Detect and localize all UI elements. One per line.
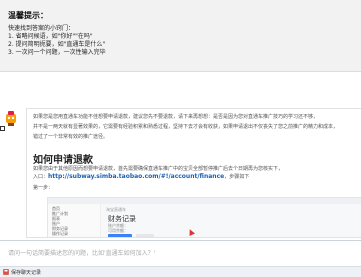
message-input[interactable]	[6, 245, 356, 261]
screenshot-button	[136, 234, 154, 237]
save-chat-link[interactable]: 保存聊天记录	[11, 269, 41, 276]
screenshot-side-item: 操作记录	[52, 231, 68, 236]
chat-footer: 保存聊天记录	[0, 266, 361, 277]
tips-line: 3. 一次问一个问题，一次性输入完毕	[8, 49, 106, 56]
robot-avatar-icon	[6, 111, 16, 126]
answer-link-line: 入口：http://subway.simba.taobao.com/#!/acc…	[33, 173, 249, 181]
answer-paragraph: 并不是一两天就有显著效果的，它需要有经验积累和熟悉过程，坚持下去才会有收获，如果…	[33, 124, 339, 130]
tips-title: 温馨提示：	[8, 11, 48, 20]
step-label: 第一步：	[33, 185, 54, 191]
answer-paragraph: 错过了一个非常有效的推广途径。	[33, 134, 109, 140]
answer-message: 如果您是您用直通车功能不佳想要申请退款，建议您先不要退款，请下来再想想：是否是因…	[26, 108, 361, 238]
answer-heading: 如何申请退款	[33, 155, 93, 166]
screenshot-button	[108, 234, 132, 237]
answer-paragraph: 如果您由于其他原因而想要申请退款，首先需要确保直通车推广中的宝贝全部暂停推广后去…	[33, 166, 284, 172]
chat-spacer	[0, 72, 361, 104]
tips-panel: 温馨提示： 快速找到答案的小窍门： 1. 省略问候语，如"你好""在吗" 2. …	[0, 0, 361, 72]
answer-paragraph: 如果您是您用直通车功能不佳想要申请退款，建议您先不要退款，请下来再想想：是否是因…	[33, 114, 319, 120]
message-input-bar	[0, 240, 361, 266]
tips-line: 2. 提问简明扼要，如"直通车是什么"	[8, 41, 106, 48]
screenshot-logo: 淘宝直通车	[106, 207, 126, 212]
tips-line: 1. 省略问候语，如"你好""在吗"	[8, 33, 93, 40]
screenshot-sidebar: 首页 推广计划 报表 账户 财务记录 操作记录	[48, 204, 101, 237]
selection-marker	[0, 126, 5, 131]
tips-line: 快速找到答案的小窍门：	[8, 25, 75, 32]
finance-url-link[interactable]: http://subway.simba.taobao.com/#!/accoun…	[48, 173, 224, 180]
cursor-arrow-icon	[187, 228, 195, 236]
link-suffix: ，步骤如下	[224, 174, 250, 180]
save-icon[interactable]	[3, 269, 9, 275]
embedded-screenshot: 首页 推广计划 报表 账户 财务记录 操作记录 淘宝直通车 财务记录 账户余额：…	[47, 197, 361, 237]
link-intro: 入口：	[33, 174, 49, 180]
